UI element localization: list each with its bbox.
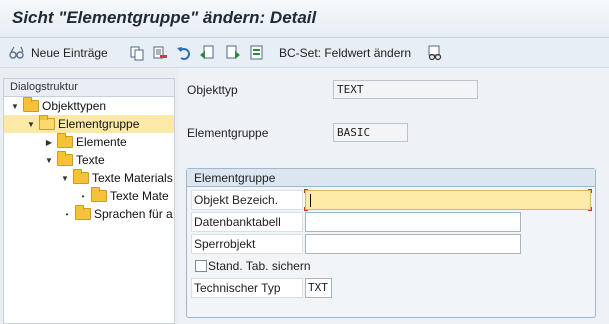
expanded-arrow-icon[interactable]: ▼ <box>26 120 36 129</box>
expanded-arrow-icon[interactable]: ▼ <box>44 156 54 165</box>
expanded-arrow-icon[interactable]: ▼ <box>10 102 20 111</box>
objekt-bezeich-input[interactable] <box>304 189 592 211</box>
delete-icon <box>151 44 169 62</box>
tree-item-texte-mate[interactable]: • Texte Mate <box>4 187 174 205</box>
new-entries-button[interactable]: Neue Einträge <box>8 43 108 63</box>
tree-item-label: Elementgruppe <box>58 117 140 131</box>
page-title: Sicht "Elementgruppe" ändern: Detail <box>12 8 317 27</box>
tree-item-label: Texte Materials <box>92 171 173 185</box>
detail-area: Objekttyp TEXT Elementgruppe BASIC Eleme… <box>179 68 609 324</box>
undo-icon <box>175 44 193 62</box>
folder-icon <box>73 169 89 184</box>
elementgruppe-row: Elementgruppe BASIC <box>187 123 408 142</box>
folder-icon <box>57 133 73 148</box>
open-folder-icon <box>39 115 55 130</box>
objekttyp-row: Objekttyp TEXT <box>187 80 478 99</box>
delete-button[interactable] <box>151 43 169 63</box>
tree-item-label: Sprachen für a <box>94 207 173 221</box>
dialog-structure-header: Dialogstruktur <box>4 79 174 97</box>
collapsed-arrow-icon[interactable]: ▶ <box>44 138 54 147</box>
objekttyp-field[interactable]: TEXT <box>333 80 478 99</box>
tree-item-objekttypen[interactable]: ▼ Objekttypen <box>4 97 174 115</box>
expanded-arrow-icon[interactable]: ▼ <box>60 174 70 183</box>
bcset-change-field-value-button[interactable]: BC-Set: Feldwert ändern <box>279 43 411 63</box>
select-all-icon <box>248 44 266 62</box>
objekt-bezeich-label: Objekt Bezeich. <box>194 193 279 207</box>
sperrobjekt-input[interactable] <box>305 234 521 254</box>
techn-typ-input[interactable]: TXT <box>305 278 332 298</box>
tree-item-elementgruppe[interactable]: ▼ Elementgruppe <box>4 115 174 133</box>
tree-item-elemente[interactable]: ▶ Elemente <box>4 133 174 151</box>
tree-item-label: Elemente <box>76 135 127 149</box>
next-entry-button[interactable] <box>224 43 242 63</box>
bcset-display-button[interactable] <box>426 43 444 63</box>
leaf-bullet-icon: • <box>81 191 85 201</box>
group-title: Elementgruppe <box>187 169 595 187</box>
bcset-glasses-icon <box>426 44 444 62</box>
new-entries-label: Neue Einträge <box>31 46 108 60</box>
text-cursor <box>310 194 311 207</box>
previous-entry-button[interactable] <box>198 43 216 63</box>
required-marker <box>588 189 592 193</box>
objekttyp-label: Objekttyp <box>187 82 238 97</box>
elementgruppe-group: Elementgruppe Objekt Bezeich. Datenbankt… <box>186 168 596 318</box>
dialog-structure-panel: Dialogstruktur ▼ Objekttypen ▼ Elementgr… <box>3 78 175 324</box>
leaf-bullet-icon: • <box>65 209 69 219</box>
folder-icon <box>75 205 91 220</box>
elementgruppe-field[interactable]: BASIC <box>333 123 408 142</box>
bcset-label: BC-Set: Feldwert ändern <box>279 46 412 60</box>
application-toolbar: Neue Einträge BC-Set: Feldwert ändern <box>0 38 609 68</box>
datenbanktabell-label: Datenbanktabell <box>194 215 281 229</box>
tree-item-label: Texte <box>76 153 105 167</box>
required-marker <box>304 207 308 211</box>
tree-item-label: Texte Mate <box>110 189 169 203</box>
datenbanktabell-input[interactable] <box>305 212 521 232</box>
undo-button[interactable] <box>175 43 193 63</box>
previous-entry-icon <box>198 44 216 62</box>
next-entry-icon <box>224 44 242 62</box>
folder-icon <box>91 187 107 202</box>
elementgruppe-label: Elementgruppe <box>187 125 269 140</box>
copy-button[interactable] <box>128 43 146 63</box>
folder-icon <box>23 97 39 112</box>
required-marker <box>304 189 308 193</box>
stand-tab-label: Stand. Tab. sichern <box>208 259 311 273</box>
required-marker <box>588 207 592 211</box>
tree-item-texte-materials[interactable]: ▼ Texte Materials <box>4 169 174 187</box>
sperrobjekt-label: Sperrobjekt <box>194 237 256 251</box>
tree-item-label: Objekttypen <box>42 99 107 113</box>
folder-icon <box>57 151 73 166</box>
title-bar: Sicht "Elementgruppe" ändern: Detail <box>0 0 609 38</box>
tree-item-texte[interactable]: ▼ Texte <box>4 151 174 169</box>
glasses-icon <box>8 44 26 62</box>
tree-item-sprachen[interactable]: • Sprachen für a <box>4 205 174 223</box>
techn-typ-label: Technischer Typ <box>194 281 281 295</box>
select-all-button[interactable] <box>248 43 266 63</box>
copy-icon <box>128 44 146 62</box>
